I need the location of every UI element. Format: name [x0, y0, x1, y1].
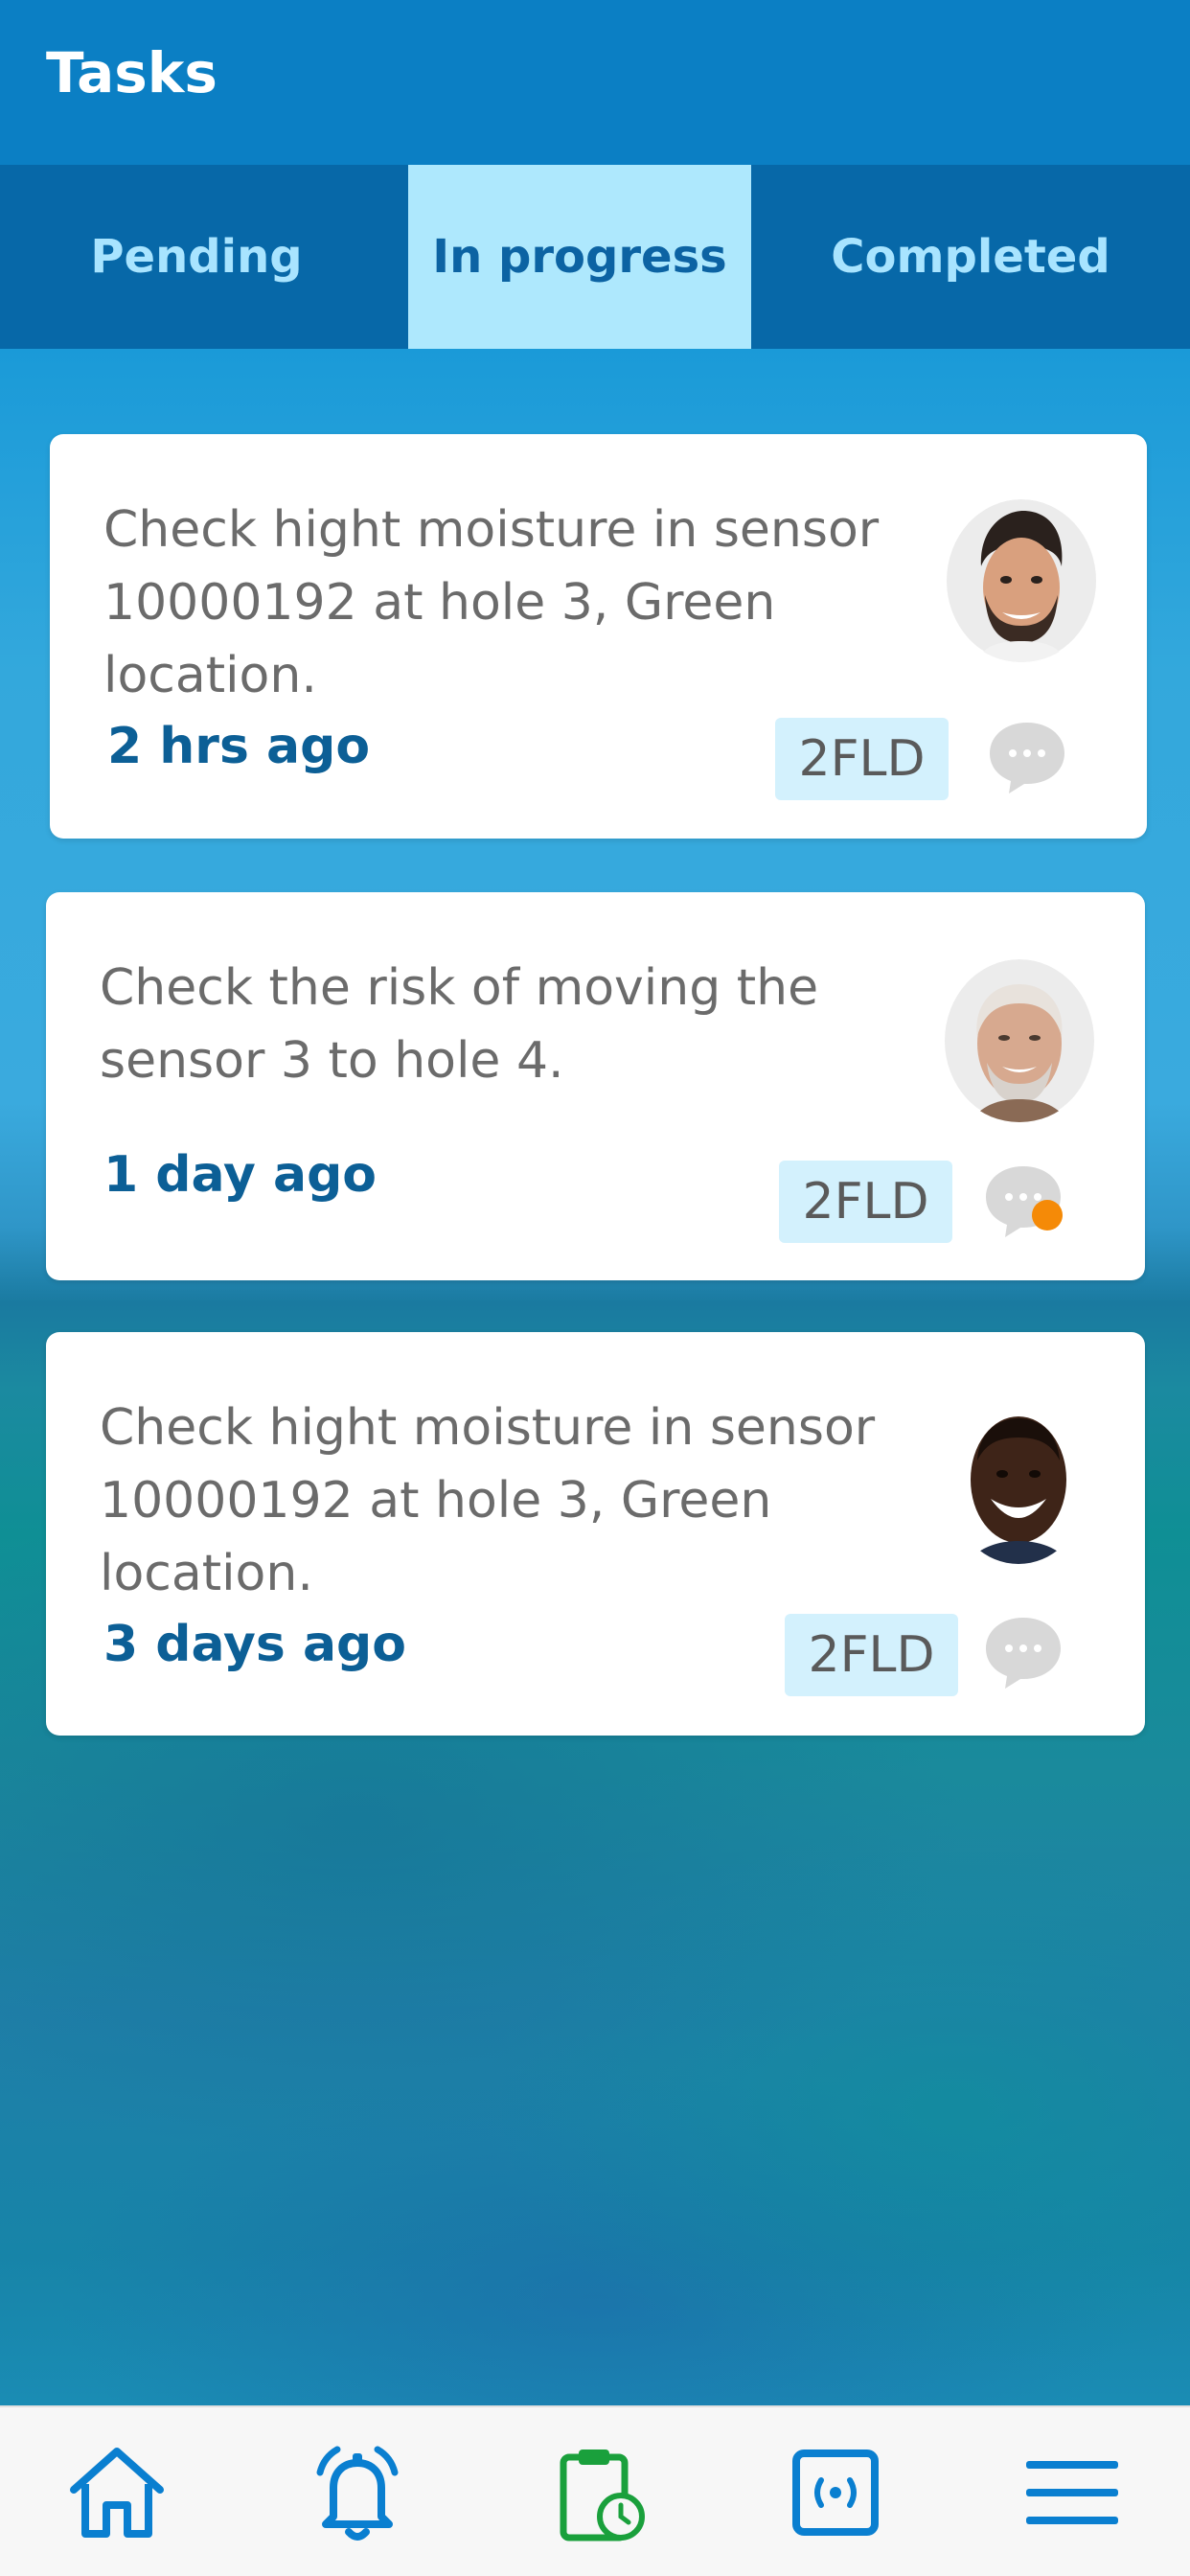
task-card[interactable]: Check the risk of moving the sensor 3 to… — [46, 892, 1145, 1280]
tab-completed[interactable]: Completed — [751, 165, 1190, 349]
sensor-icon[interactable] — [783, 2440, 888, 2545]
avatar — [947, 499, 1096, 662]
app-header: Tasks — [0, 0, 1190, 165]
home-icon[interactable] — [64, 2440, 170, 2545]
chat-bubble-icon[interactable] — [984, 717, 1070, 797]
avatar — [959, 1405, 1078, 1564]
task-description: Check the risk of moving the sensor 3 to… — [100, 959, 819, 1090]
tab-pending[interactable]: Pending — [0, 165, 393, 349]
clipboard-clock-icon[interactable] — [546, 2440, 652, 2545]
task-time: 3 days ago — [103, 1616, 406, 1673]
bell-icon[interactable] — [305, 2440, 410, 2545]
task-badge: 2FLD — [779, 1161, 952, 1243]
task-card[interactable]: Check hight moisture in sensor 10000192 … — [50, 434, 1147, 839]
chat-bubble-icon[interactable] — [980, 1612, 1066, 1692]
task-badge: 2FLD — [775, 718, 949, 800]
task-description: Check hight moisture in sensor 10000192 … — [103, 501, 880, 704]
task-time: 1 day ago — [103, 1146, 378, 1204]
avatar — [945, 959, 1094, 1122]
page-title: Tasks — [46, 40, 217, 105]
task-badge: 2FLD — [785, 1614, 958, 1696]
menu-icon[interactable] — [1020, 2440, 1126, 2545]
task-time: 2 hrs ago — [107, 718, 371, 775]
chat-bubble-icon[interactable] — [980, 1161, 1066, 1241]
tab-in-progress[interactable]: In progress — [408, 165, 751, 349]
task-description: Check hight moisture in sensor 10000192 … — [100, 1399, 876, 1602]
tab-bar: Pending In progress Completed — [0, 165, 1190, 349]
bottom-nav — [0, 2405, 1190, 2576]
unread-dot — [1032, 1200, 1063, 1230]
task-card[interactable]: Check hight moisture in sensor 10000192 … — [46, 1332, 1145, 1736]
